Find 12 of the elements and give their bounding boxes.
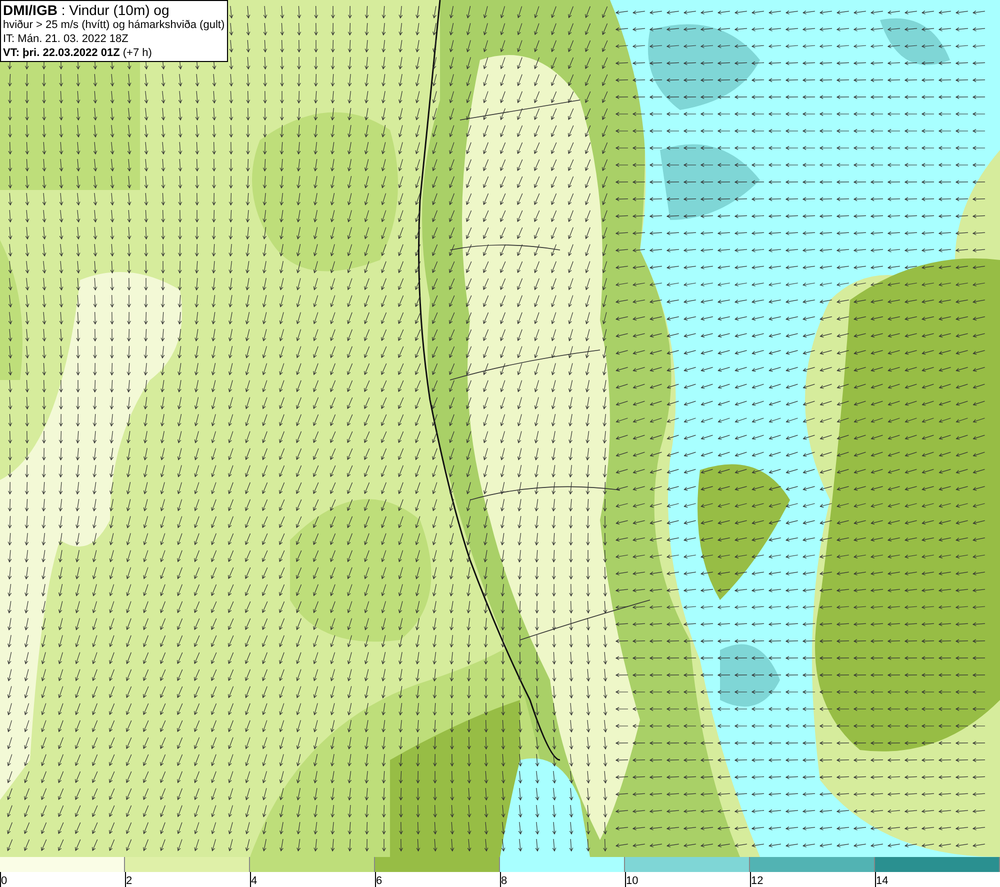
legend-tick-label: 14 xyxy=(876,875,888,887)
title-line: hviður > 25 m/s (hvítt) og hámarkshviða (gult) xyxy=(3,18,225,32)
legend-tick-label: 12 xyxy=(751,875,764,887)
legend-tick-label: 8 xyxy=(501,875,508,887)
title-line: DMI/IGB : Vindur (10m) og xyxy=(3,2,170,18)
title-line: VT: þri. 22.03.2022 01Z (+7 h) xyxy=(3,46,153,60)
legend-tick-label: 4 xyxy=(251,875,258,887)
legend-tick-label: 6 xyxy=(376,875,382,887)
legend-tick-label: 2 xyxy=(126,875,132,887)
legend-tick-label: 0 xyxy=(1,875,8,887)
title-line: IT: Mán. 21. 03. 2022 18Z xyxy=(3,32,130,46)
legend-tick-label: 10 xyxy=(626,875,638,887)
